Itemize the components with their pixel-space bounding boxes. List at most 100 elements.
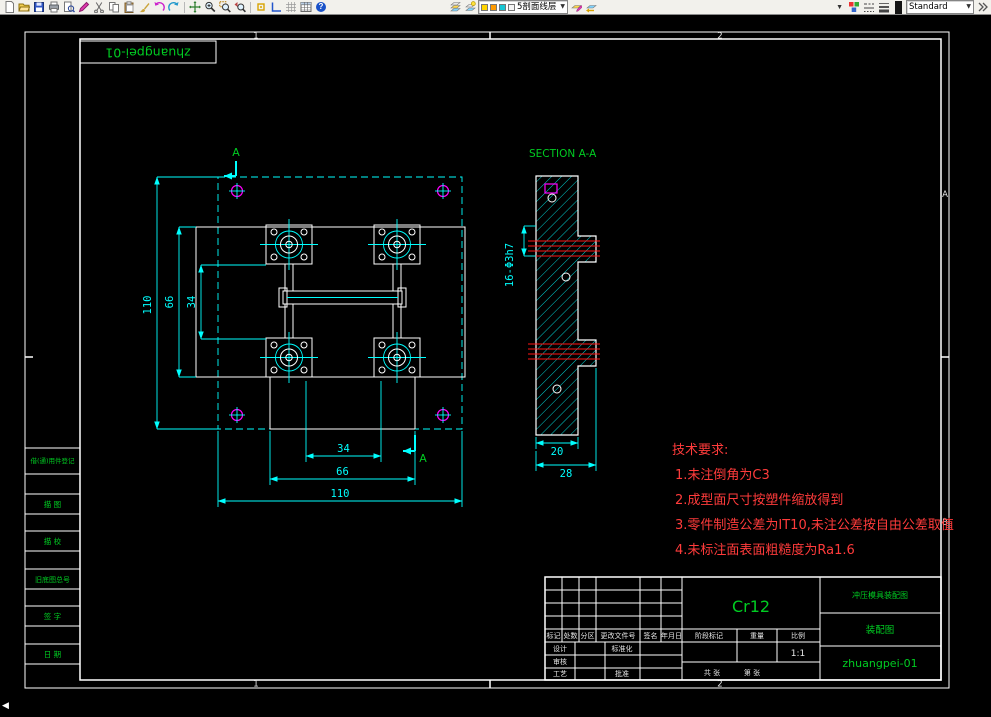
label-approve: 批准 <box>615 669 629 678</box>
redo-icon[interactable] <box>167 1 181 14</box>
drawing-number-stamp: zhuangpei-01 <box>79 40 217 64</box>
zone-label-bottom-1: 1 <box>253 680 258 690</box>
toolbar-separator <box>250 1 251 13</box>
layer-color-swatch <box>508 3 515 11</box>
toolbar-separator <box>184 1 185 13</box>
label-count: 处数 <box>564 631 578 640</box>
label-zone: 分区 <box>581 631 595 640</box>
tech-req-item-1: 1.未注倒角为C3 <box>675 468 770 483</box>
make-object-layer-current-icon[interactable] <box>569 1 583 14</box>
section-holes-dimension: 16-Φ3h7 <box>504 225 536 287</box>
layer-dropdown-value: 5剖面线层 <box>517 2 557 12</box>
label-signature: 签名 <box>644 631 658 640</box>
drawing-canvas[interactable]: 1 2 1 2 A B zhuangpei-01 借(通)用件登记 描 图 描 … <box>0 15 991 713</box>
side-block-date: 日 期 <box>44 650 61 659</box>
layer-lock-icon <box>499 3 506 11</box>
bearing-block-bottom-right <box>368 332 426 383</box>
dim-34-horizontal: 34 <box>337 443 350 455</box>
label-mark: 标记 <box>547 631 561 640</box>
dim-110-horizontal: 110 <box>331 488 350 500</box>
dim-28: 28 <box>560 468 573 480</box>
layer-previous-icon[interactable] <box>584 1 598 14</box>
pan-icon[interactable] <box>188 1 202 14</box>
undo-icon[interactable] <box>152 1 166 14</box>
zone-label-right-a: A <box>942 190 948 200</box>
chevron-down-icon: ▼ <box>560 3 566 10</box>
dim-66-horizontal: 66 <box>336 466 349 478</box>
dim-34-vertical: 34 <box>186 296 198 309</box>
material-value: Cr12 <box>732 597 770 616</box>
style-dropdown-value: Standard <box>909 2 948 12</box>
layer-properties-icon[interactable] <box>448 1 462 14</box>
help-icon[interactable]: ? <box>314 1 328 14</box>
toolbar-overflow-chevron-icon[interactable]: ▼ <box>833 1 846 14</box>
grid-icon[interactable] <box>284 1 298 14</box>
layer-on-bulb-icon <box>481 3 488 11</box>
stamp-text: zhuangpei-01 <box>105 46 190 61</box>
zoom-previous-icon[interactable] <box>233 1 247 14</box>
edit-pencil-icon[interactable] <box>77 1 91 14</box>
side-block-trace: 描 图 <box>44 499 61 509</box>
side-block-old-no: 旧底图总号 <box>35 575 70 584</box>
label-date: 年月日 <box>661 631 682 640</box>
plan-dimensions-horizontal: 34 66 110 <box>217 381 463 507</box>
color-control-icon[interactable] <box>847 1 861 14</box>
style-dropdown[interactable]: Standard ▼ <box>906 0 974 14</box>
new-icon[interactable] <box>2 1 16 14</box>
section-view-title: SECTION A-A <box>529 148 597 160</box>
zone-label-bottom-2: 2 <box>717 680 722 690</box>
section-body <box>535 175 597 436</box>
drawing-name: 冲压模具装配图 <box>852 590 908 600</box>
side-block-sign: 签 字 <box>44 611 61 621</box>
model-tab-scroll-icon[interactable]: ◀ <box>2 702 9 711</box>
lineweight-icon[interactable] <box>877 1 891 14</box>
side-block-check: 描 校 <box>44 536 62 546</box>
title-block: 标记 处数 分区 更改文件号 签名 年月日 设计 标准化 审核 工艺 批准 阶段… <box>544 576 942 681</box>
dim-holes: 16-Φ3h7 <box>504 243 516 287</box>
tech-req-item-2: 2.成型面尺寸按塑件缩放得到 <box>675 492 843 508</box>
zoom-realtime-icon[interactable] <box>203 1 217 14</box>
drawing-sheet[interactable]: 1 2 1 2 A B zhuangpei-01 借(通)用件登记 描 图 描 … <box>0 15 991 713</box>
tech-req-item-3: 3.零件制造公差为IT10,未注公差按自由公差取值 <box>675 517 954 533</box>
cross-bar-assembly <box>278 264 407 338</box>
label-process: 工艺 <box>553 670 567 678</box>
osnap-icon[interactable] <box>254 1 268 14</box>
ortho-icon[interactable] <box>269 1 283 14</box>
toolbar-dark-separator <box>895 0 902 14</box>
layer-dropdown[interactable]: 5剖面线层 ▼ <box>478 0 569 14</box>
side-block-borrow: 借(通)用件登记 <box>30 456 75 465</box>
print-preview-icon[interactable] <box>62 1 76 14</box>
paste-icon[interactable] <box>122 1 136 14</box>
label-sheet-no: 第 张 <box>744 668 760 677</box>
drawing-number: zhuangpei-01 <box>842 657 917 670</box>
label-change-doc: 更改文件号 <box>601 631 636 640</box>
label-standardize: 标准化 <box>612 644 633 653</box>
label-stage: 阶段标记 <box>695 631 723 640</box>
properties-table-icon[interactable] <box>299 1 313 14</box>
layer-states-icon[interactable] <box>463 1 477 14</box>
section-marker-top: A <box>224 146 240 180</box>
print-icon[interactable] <box>47 1 61 14</box>
cut-icon[interactable] <box>92 1 106 14</box>
tech-req-item-4: 4.未标注面表面粗糙度为Ra1.6 <box>675 542 855 558</box>
chevron-down-icon: ▼ <box>966 3 971 10</box>
save-icon[interactable] <box>32 1 46 14</box>
toolbar-options-icon[interactable] <box>975 1 989 14</box>
question-glyph: ? <box>316 2 326 12</box>
tech-req-title: 技术要求: <box>672 443 728 458</box>
match-properties-icon[interactable] <box>137 1 151 14</box>
label-scale: 比例 <box>791 631 805 640</box>
side-blocks: 借(通)用件登记 描 图 描 校 旧底图总号 签 字 日 期 <box>24 447 81 665</box>
corner-screw <box>229 183 451 423</box>
section-letter-top: A <box>232 146 240 159</box>
zoom-window-icon[interactable] <box>218 1 232 14</box>
stage-value: 装配图 <box>866 624 895 636</box>
label-design: 设计 <box>553 644 567 653</box>
copy-icon[interactable] <box>107 1 121 14</box>
open-icon[interactable] <box>17 1 31 14</box>
section-letter-bottom: A <box>419 452 427 465</box>
zone-label-top-2: 2 <box>717 32 722 42</box>
plan-view: 110 66 34 34 66 110 A A <box>142 146 466 507</box>
linetype-icon[interactable] <box>862 1 876 14</box>
zone-label-top-1: 1 <box>253 32 258 42</box>
